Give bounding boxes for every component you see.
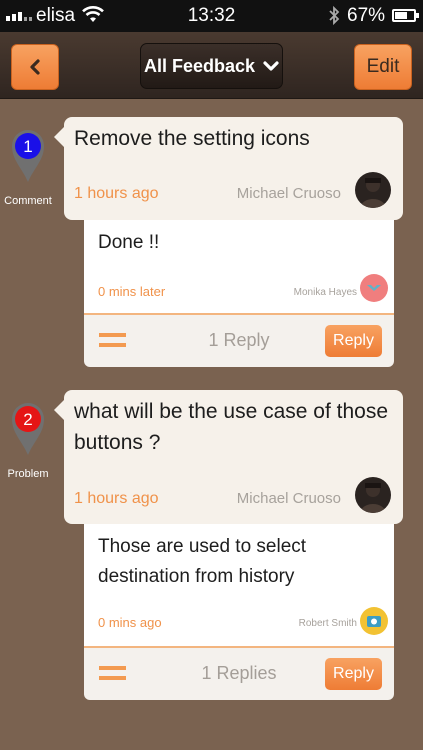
- pin-type-label: Problem: [7, 468, 49, 480]
- reply-text: Done !!: [98, 232, 160, 253]
- reply-author: Monika Hayes: [293, 287, 357, 298]
- feedback-time: 1 hours ago: [74, 490, 159, 507]
- bluetooth-icon: [329, 5, 340, 26]
- battery-percentage: 67%: [347, 5, 386, 26]
- feedback-filter-dropdown[interactable]: All Feedback: [140, 43, 283, 89]
- reply-author-avatar: [360, 274, 388, 302]
- pin-number: 2: [23, 410, 32, 429]
- reply-time: 0 mins ago: [98, 615, 162, 630]
- navigation-bar: All Feedback Edit: [0, 32, 423, 99]
- feedback-text: Remove the setting icons: [74, 127, 310, 150]
- feedback-time: 1 hours ago: [74, 185, 159, 202]
- reply-author: Robert Smith: [298, 618, 357, 629]
- chevron-down-icon: [263, 61, 279, 71]
- reply-card: Done !! 0 mins later Monika Hayes: [84, 220, 394, 315]
- pin-type-label: Comment: [4, 195, 52, 207]
- reply-author-avatar: [360, 607, 388, 635]
- problem-pin-icon: 2: [12, 403, 44, 455]
- reply-card: Those are used to select destination fro…: [84, 524, 394, 648]
- reply-time: 0 mins later: [98, 284, 166, 299]
- chevron-left-icon: [30, 59, 40, 75]
- reply-text: Those are used to select destination fro…: [98, 536, 307, 587]
- back-button[interactable]: [11, 44, 59, 90]
- author-avatar: [355, 172, 391, 208]
- edit-button[interactable]: Edit: [354, 44, 412, 90]
- filter-title: All Feedback: [143, 55, 256, 76]
- feedback-text: what will be the use case of those butto…: [74, 400, 389, 454]
- feedback-author: Michael Cruoso: [236, 490, 341, 507]
- reply-button[interactable]: Reply: [325, 658, 382, 690]
- feedback-bubble[interactable]: what will be the use case of those butto…: [54, 390, 403, 524]
- author-avatar: [355, 477, 391, 513]
- feedback-author: Michael Cruoso: [236, 185, 341, 202]
- comment-pin-icon: 1: [12, 130, 44, 182]
- pin-number: 1: [23, 137, 32, 156]
- reply-button[interactable]: Reply: [325, 325, 382, 357]
- feedback-bubble[interactable]: Remove the setting icons 1 hours ago Mic…: [54, 117, 403, 220]
- status-bar: elisa 13:32 67%: [0, 0, 423, 32]
- reply-bar: 1 Reply Reply: [84, 315, 394, 367]
- reply-bar: 1 Replies Reply: [84, 648, 394, 700]
- battery-icon: [392, 9, 419, 22]
